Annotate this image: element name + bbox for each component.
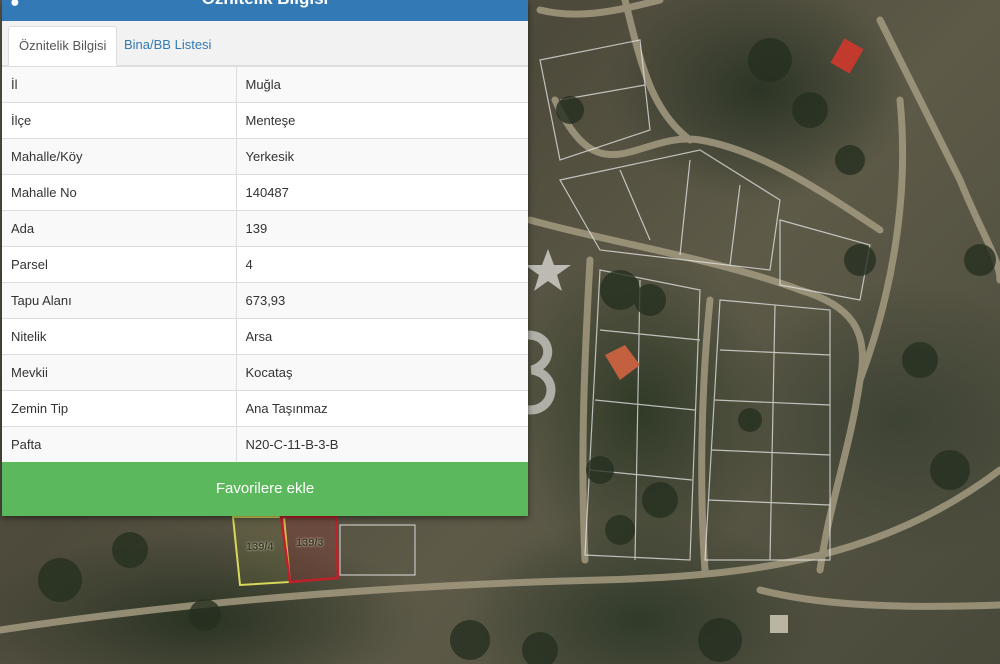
- add-to-favorites-button[interactable]: Favorilere ekle: [2, 462, 528, 516]
- chevron-up-icon[interactable]: ⌃: [506, 0, 518, 9]
- attribute-key: İlçe: [2, 102, 237, 139]
- tab-attribute-info[interactable]: Öznitelik Bilgisi: [8, 26, 118, 66]
- tab-building-list[interactable]: Bina/BB Listesi: [114, 26, 221, 66]
- attribute-table: İl Muğla İlçe Menteşe Mahalle/Köy Yerkesik …: [2, 66, 528, 463]
- attribute-key: İl: [2, 66, 237, 103]
- attribute-value: 139: [236, 210, 528, 247]
- attribute-panel: ● Öznitelik Bilgisi ⌃ Öznitelik Bilgisi …: [2, 0, 528, 516]
- parcel-139-3-outline: [279, 515, 340, 584]
- attribute-value: Arsa: [236, 318, 528, 355]
- attribute-key: Ada: [2, 210, 237, 247]
- attribute-key: Pafta: [2, 426, 237, 463]
- attribute-value: Ana Taşınmaz: [236, 390, 528, 427]
- table-row: Mahalle No 140487: [2, 174, 528, 211]
- attribute-key: Parsel: [2, 246, 237, 283]
- attribute-value: N20-C-11-B-3-B: [236, 426, 528, 463]
- attribute-value: Kocataş: [236, 354, 528, 391]
- attribute-key: Mevkii: [2, 354, 237, 391]
- parcel-label-139-4[interactable]: 139/4: [246, 541, 274, 553]
- table-row: İl Muğla: [2, 66, 528, 103]
- attribute-value: 673,93: [236, 282, 528, 319]
- table-row: Mevkii Kocataş: [2, 354, 528, 391]
- attribute-key: Tapu Alanı: [2, 282, 237, 319]
- table-row: Ada 139: [2, 210, 528, 247]
- panel-header: ● Öznitelik Bilgisi ⌃: [2, 0, 528, 21]
- attribute-key: Mahalle/Köy: [2, 138, 237, 175]
- parcel-label-139-3[interactable]: 139/3: [296, 537, 324, 549]
- tab-bar: Öznitelik Bilgisi Bina/BB Listesi: [2, 21, 528, 66]
- attribute-value: Yerkesik: [236, 138, 528, 175]
- table-row: Zemin Tip Ana Taşınmaz: [2, 390, 528, 427]
- attribute-value: Muğla: [236, 66, 528, 103]
- panel-title: Öznitelik Bilgisi: [2, 0, 528, 9]
- attribute-value: 140487: [236, 174, 528, 211]
- attribute-value: Menteşe: [236, 102, 528, 139]
- table-row: Nitelik Arsa: [2, 318, 528, 355]
- attribute-value: 4: [236, 246, 528, 283]
- attribute-key: Nitelik: [2, 318, 237, 355]
- table-row: Tapu Alanı 673,93: [2, 282, 528, 319]
- attribute-key: Mahalle No: [2, 174, 237, 211]
- table-row: Pafta N20-C-11-B-3-B: [2, 426, 528, 463]
- table-row: Mahalle/Köy Yerkesik: [2, 138, 528, 175]
- table-row: İlçe Menteşe: [2, 102, 528, 139]
- attribute-key: Zemin Tip: [2, 390, 237, 427]
- table-row: Parsel 4: [2, 246, 528, 283]
